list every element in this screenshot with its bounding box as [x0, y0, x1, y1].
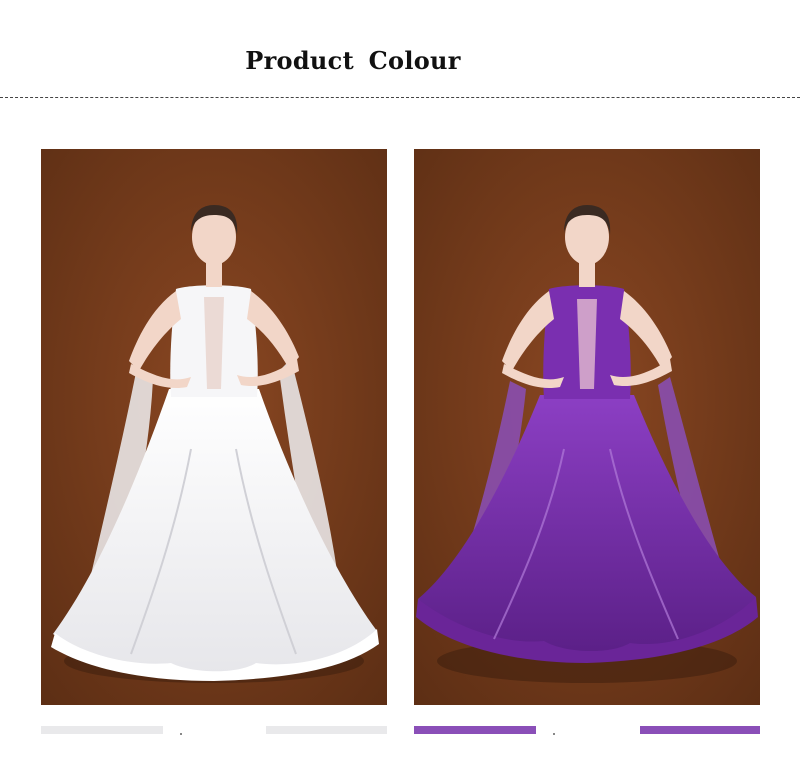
swatch-bar-purple-right: [640, 726, 760, 734]
swatch-bar-white-left: [41, 726, 163, 734]
separator-dot: [553, 733, 555, 735]
product-image-purple[interactable]: [414, 149, 760, 705]
purple-dress-illustration: [414, 149, 760, 705]
swatch-bar-purple-left: [414, 726, 536, 734]
section-divider: [0, 97, 800, 98]
page-title: Product Colour: [245, 46, 461, 75]
product-image-white[interactable]: [41, 149, 387, 705]
white-dress-illustration: [41, 149, 387, 705]
swatch-bar-white-right: [266, 726, 387, 734]
separator-dot: [180, 733, 182, 735]
